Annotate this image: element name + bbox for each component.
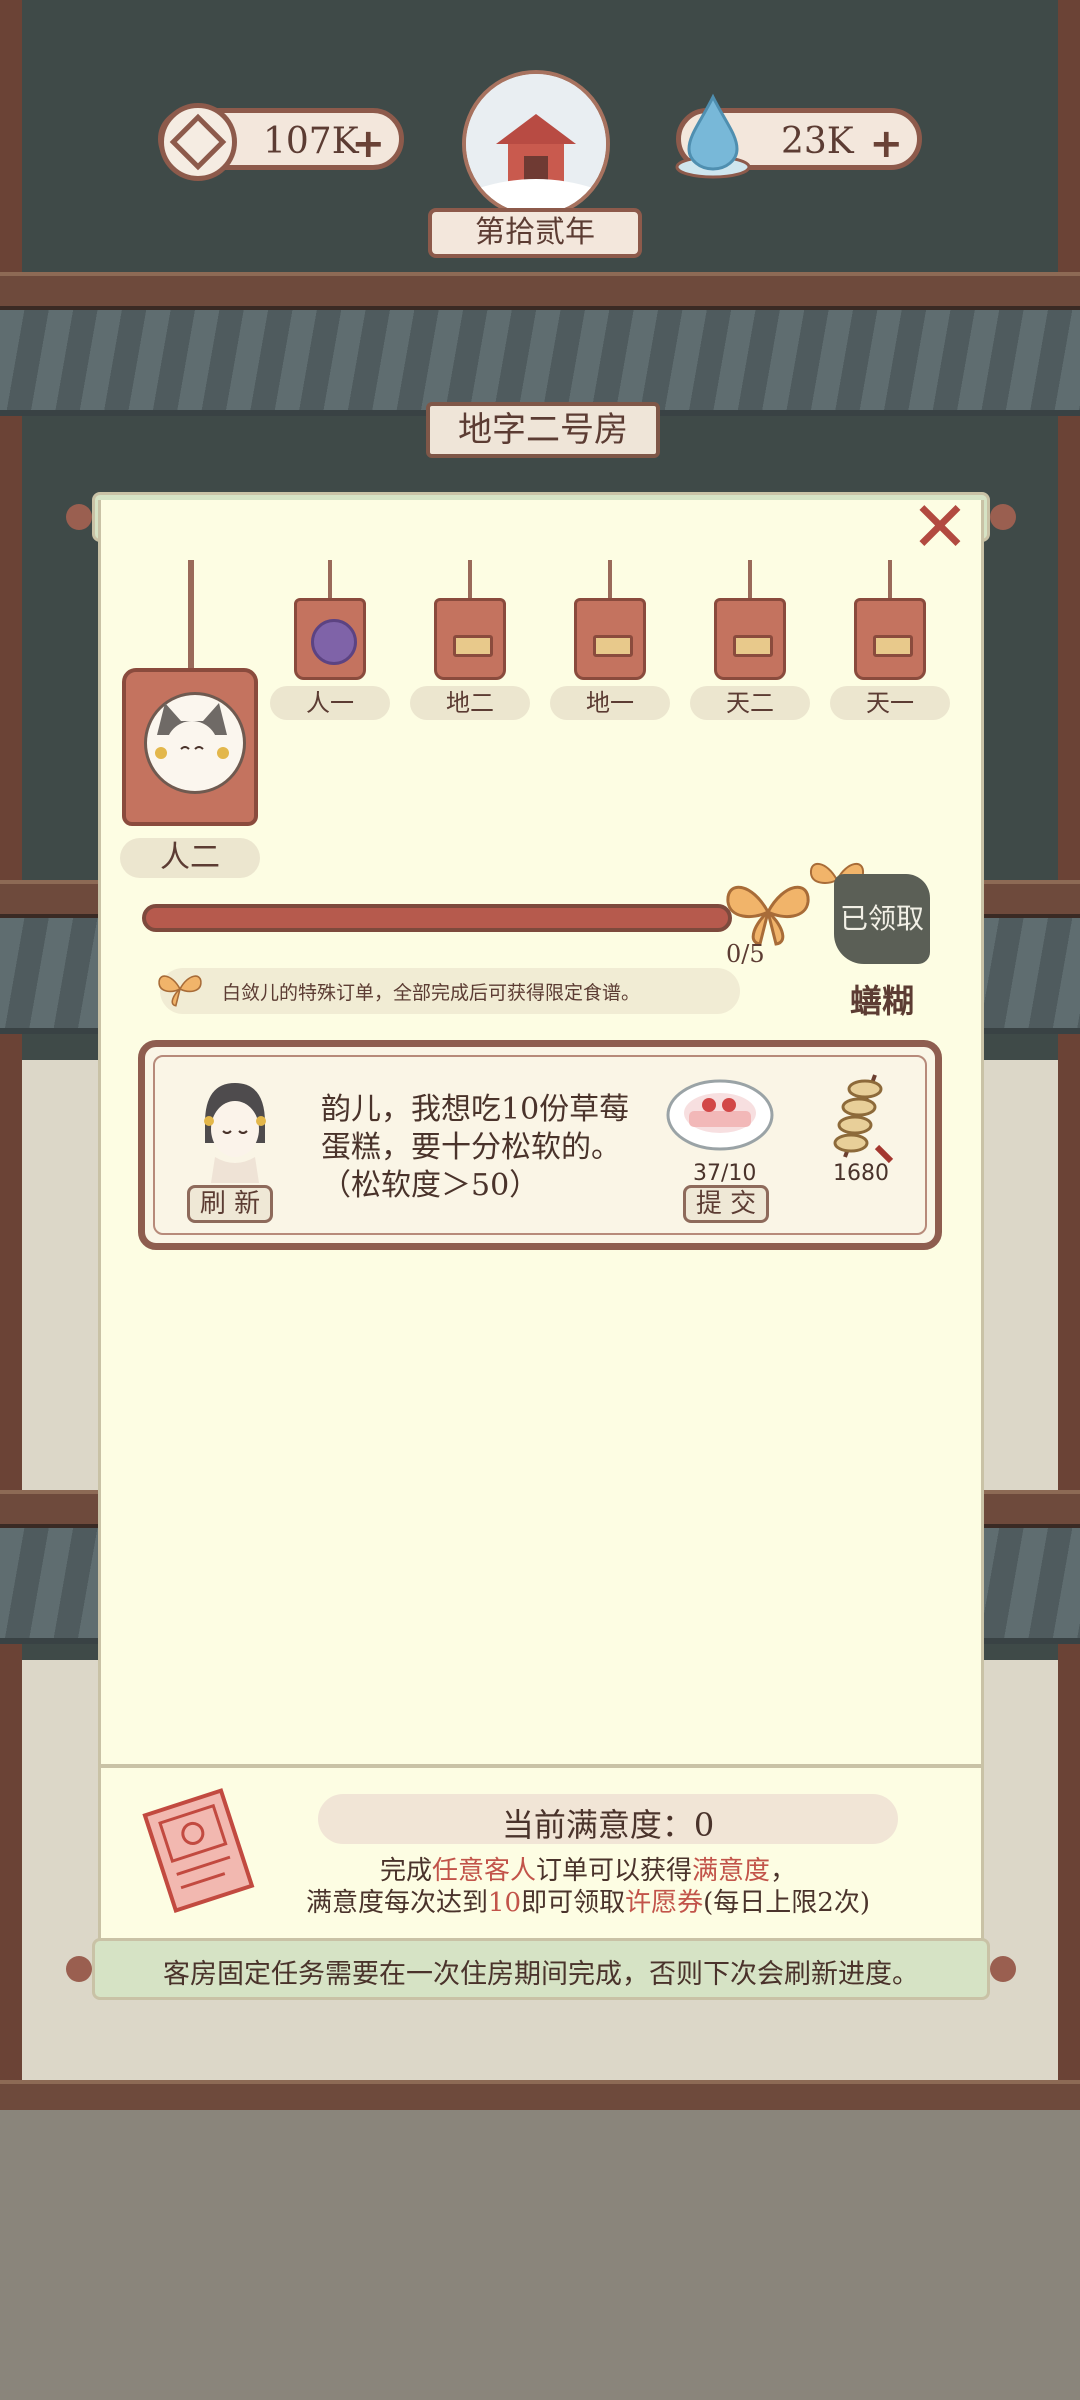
room-tag-label: 地二 xyxy=(410,686,530,720)
lock-slot-icon xyxy=(733,635,773,657)
cat-face-icon xyxy=(144,692,246,794)
room-tag-label: 天二 xyxy=(690,686,810,720)
coin-counter: 107K + xyxy=(158,103,404,181)
coin-icon xyxy=(159,103,237,181)
scroll-knob xyxy=(66,504,92,530)
scroll-knob xyxy=(66,1956,92,1982)
purple-orb-icon xyxy=(311,619,357,665)
scroll-knob xyxy=(990,1956,1016,1982)
reward-recipe-name: 蟮糊 xyxy=(849,982,914,1020)
roof-tiles xyxy=(0,310,1080,416)
special-order-hint: 白敛儿的特殊订单，全部完成后可获得限定食谱。 xyxy=(222,982,641,1004)
scroll-knob xyxy=(990,504,1016,530)
lock-slot-icon xyxy=(593,635,633,657)
year-badge: 第拾贰年 xyxy=(428,208,642,258)
close-icon[interactable]: ✕ xyxy=(908,492,972,562)
butterfly-icon xyxy=(158,975,202,1007)
submit-order-button[interactable]: 提 交 xyxy=(683,1185,769,1223)
floor-beam xyxy=(0,2080,1080,2110)
room-tag-label: 地一 xyxy=(550,686,670,720)
panel-divider xyxy=(98,1764,984,1768)
add-coins-button[interactable]: + xyxy=(351,121,385,167)
cake-count: 37/10 xyxy=(693,1161,757,1186)
refresh-order-button[interactable]: 刷 新 xyxy=(187,1185,273,1223)
bottom-area xyxy=(0,2110,1080,2400)
coin-string-icon xyxy=(833,1074,894,1164)
floor-beam xyxy=(0,272,1080,310)
coin-value: 107K xyxy=(263,121,359,162)
room-tag-label: 人一 xyxy=(270,686,390,720)
reward-coin-count: 1680 xyxy=(833,1161,889,1186)
water-drop-icon xyxy=(675,93,751,179)
order-request-text: 韵儿，我想吃10份草莓蛋糕，要十分松软的。（松软度＞50） xyxy=(321,1092,630,1203)
lock-slot-icon xyxy=(873,635,913,657)
water-value: 23K xyxy=(781,121,854,162)
claimed-reward-badge[interactable]: 已领取 xyxy=(834,874,930,964)
lock-slot-icon xyxy=(453,635,493,657)
year-emblem-icon xyxy=(462,70,610,218)
order-progress-bar xyxy=(142,904,732,932)
customer-avatar xyxy=(204,1083,266,1183)
room-title: 地字二号房 xyxy=(426,402,660,458)
room-tag-label: 天一 xyxy=(830,686,950,720)
add-water-button[interactable]: + xyxy=(869,121,903,167)
current-satisfaction: 当前满意度：0 xyxy=(501,1806,715,1844)
water-counter: 23K + xyxy=(675,93,922,179)
room-task-note: 客房固定任务需要在一次住房期间完成，否则下次会刷新进度。 xyxy=(163,1959,919,1990)
progress-count: 0/5 xyxy=(726,940,765,968)
strawberry-cake-icon xyxy=(666,1079,774,1151)
satisfaction-info-line-2: 满意度每次达到10即可领取许愿券(每日上限2次) xyxy=(306,1888,870,1918)
wish-ticket-icon xyxy=(142,1788,255,1914)
current-room-label: 人二 xyxy=(120,838,260,878)
order-card: 韵儿，我想吃10份草莓蛋糕，要十分松软的。（松软度＞50） 刷 新 37/10 … xyxy=(138,1040,942,1250)
